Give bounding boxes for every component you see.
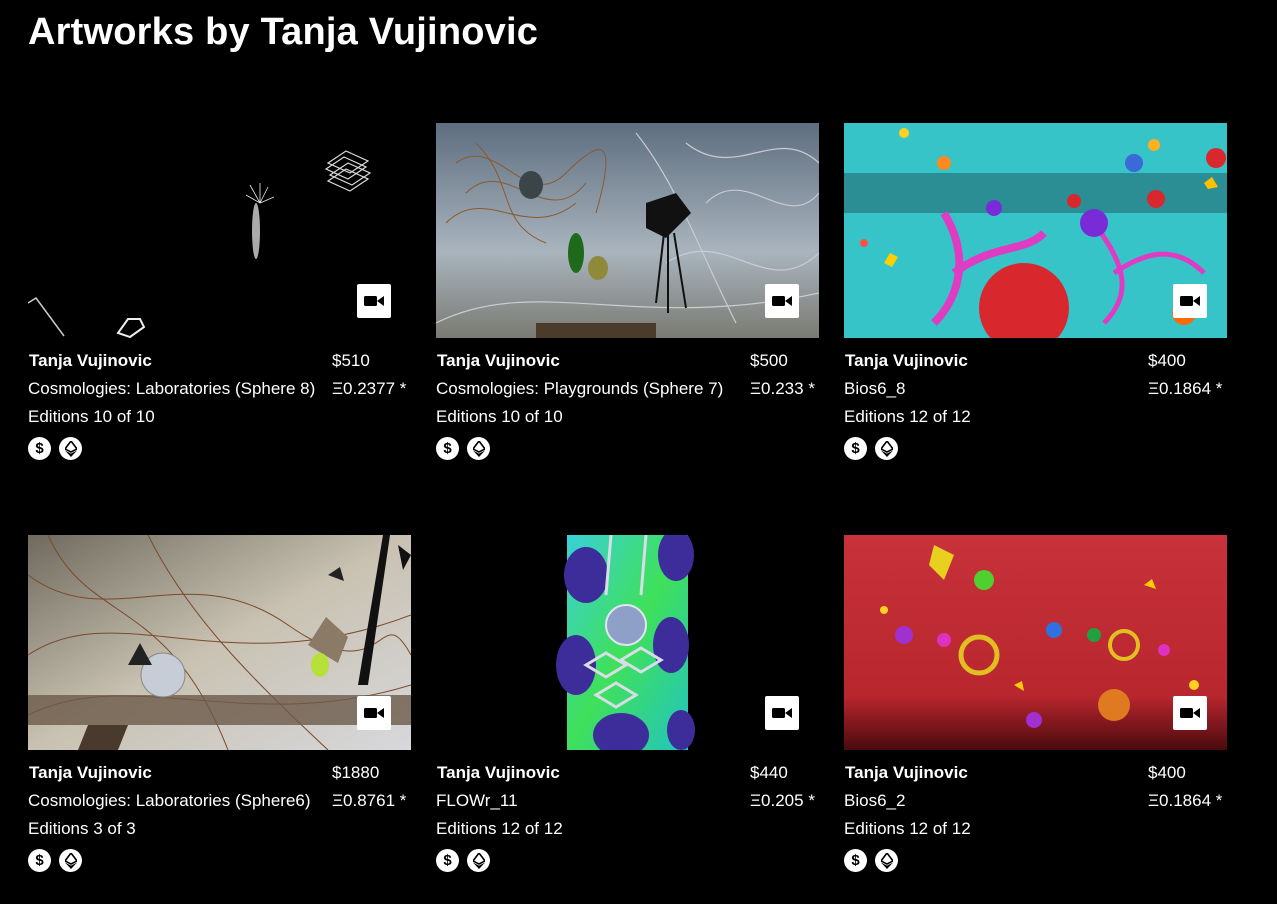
dollar-icon: $ — [436, 437, 459, 460]
dollar-icon: $ — [436, 849, 459, 872]
ethereum-icon — [875, 849, 898, 872]
artist-name[interactable]: Tanja Vujinovic — [437, 763, 560, 783]
ethereum-icon — [59, 849, 82, 872]
price-eth: Ξ0.205 * — [750, 791, 815, 810]
price-eth: Ξ0.1864 * — [1148, 791, 1223, 810]
artwork-card[interactable]: Tanja Vujinovic $400 Bios6_2 Ξ0.1864 * E… — [844, 535, 1227, 880]
video-camera-icon — [1173, 696, 1207, 730]
artwork-title[interactable]: Cosmologies: Laboratories (Sphere 8) — [28, 379, 330, 399]
video-camera-icon — [357, 284, 391, 318]
artwork-thumbnail[interactable] — [436, 123, 819, 338]
artist-name[interactable]: Tanja Vujinovic — [29, 351, 152, 371]
artist-name[interactable]: Tanja Vujinovic — [845, 763, 968, 783]
artwork-thumbnail[interactable] — [28, 123, 411, 338]
dollar-icon: $ — [844, 437, 867, 460]
price-eth: Ξ0.233 * — [750, 379, 815, 398]
currency-icons: $ — [28, 437, 82, 460]
price-usd: $400 — [1148, 351, 1186, 370]
dollar-icon: $ — [28, 437, 51, 460]
ethereum-icon — [59, 437, 82, 460]
artwork-card[interactable]: Tanja Vujinovic $1880 Cosmologies: Labor… — [28, 535, 411, 880]
artwork-card[interactable]: Tanja Vujinovic $440 FLOWr_11 Ξ0.205 * E… — [436, 535, 819, 880]
editions-count: Editions 12 of 12 — [844, 407, 971, 426]
artist-name[interactable]: Tanja Vujinovic — [29, 763, 152, 783]
price-usd: $1880 — [332, 763, 380, 782]
artwork-title[interactable]: Cosmologies: Playgrounds (Sphere 7) — [436, 379, 738, 399]
video-camera-icon — [765, 284, 799, 318]
price-usd: $400 — [1148, 763, 1186, 782]
editions-count: Editions 10 of 10 — [28, 407, 155, 426]
price-eth: Ξ0.1864 * — [1148, 379, 1223, 398]
artwork-thumbnail[interactable] — [436, 535, 819, 750]
video-camera-icon — [1173, 284, 1207, 318]
currency-icons: $ — [844, 437, 898, 460]
artwork-card[interactable]: Tanja Vujinovic $400 Bios6_8 Ξ0.1864 * E… — [844, 123, 1227, 468]
ethereum-icon — [467, 437, 490, 460]
editions-count: Editions 12 of 12 — [436, 819, 563, 838]
artwork-title[interactable]: Cosmologies: Laboratories (Sphere6) — [28, 791, 330, 811]
page-title: Artworks by Tanja Vujinovic — [28, 11, 539, 53]
artist-name[interactable]: Tanja Vujinovic — [437, 351, 560, 371]
editions-count: Editions 12 of 12 — [844, 819, 971, 838]
ethereum-icon — [875, 437, 898, 460]
editions-count: Editions 10 of 10 — [436, 407, 563, 426]
dollar-icon: $ — [844, 849, 867, 872]
currency-icons: $ — [436, 849, 490, 872]
artwork-card[interactable]: Tanja Vujinovic $500 Cosmologies: Playgr… — [436, 123, 819, 468]
currency-icons: $ — [436, 437, 490, 460]
currency-icons: $ — [28, 849, 82, 872]
artwork-title[interactable]: Bios6_2 — [844, 791, 1146, 811]
price-eth: Ξ0.8761 * — [332, 791, 407, 810]
currency-icons: $ — [844, 849, 898, 872]
artwork-card[interactable]: Tanja Vujinovic $510 Cosmologies: Labora… — [28, 123, 411, 468]
video-camera-icon — [765, 696, 799, 730]
artwork-thumbnail[interactable] — [844, 123, 1227, 338]
editions-count: Editions 3 of 3 — [28, 819, 136, 838]
artwork-title[interactable]: Bios6_8 — [844, 379, 1146, 399]
artwork-thumbnail[interactable] — [844, 535, 1227, 750]
video-camera-icon — [357, 696, 391, 730]
artwork-title[interactable]: FLOWr_11 — [436, 791, 738, 811]
price-eth: Ξ0.2377 * — [332, 379, 407, 398]
price-usd: $510 — [332, 351, 370, 370]
artwork-thumbnail[interactable] — [28, 535, 411, 750]
artist-name[interactable]: Tanja Vujinovic — [845, 351, 968, 371]
price-usd: $440 — [750, 763, 788, 782]
price-usd: $500 — [750, 351, 788, 370]
dollar-icon: $ — [28, 849, 51, 872]
ethereum-icon — [467, 849, 490, 872]
